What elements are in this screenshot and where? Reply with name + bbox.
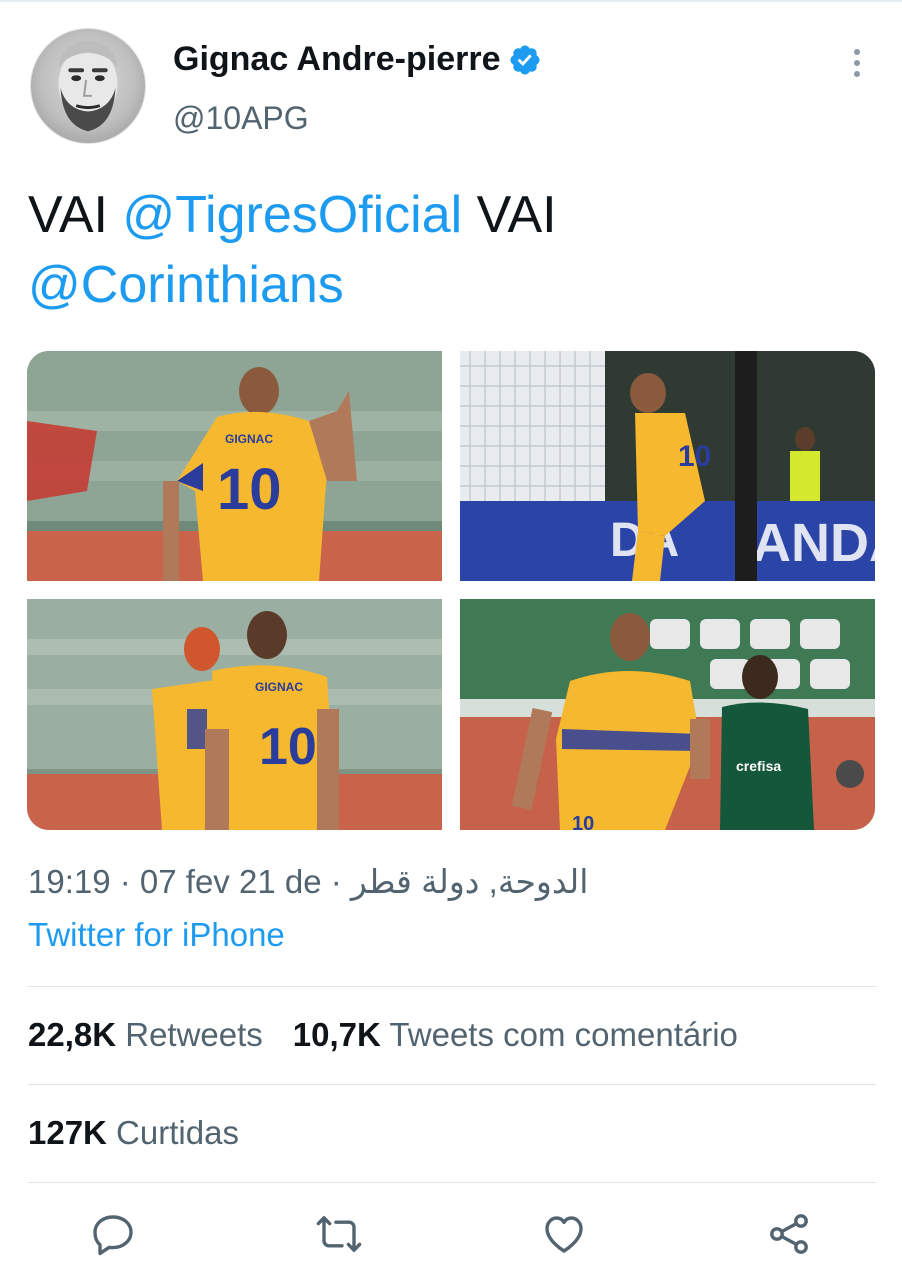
retweets-label: Retweets	[116, 1016, 263, 1053]
avatar-image	[58, 40, 118, 132]
media-photo-2[interactable]: DA ANDA 10	[460, 351, 875, 581]
retweets-stat[interactable]: 22,8K Retweets	[28, 1016, 263, 1053]
reply-icon[interactable]	[89, 1210, 137, 1258]
quote-tweets-stat[interactable]: 10,7K Tweets com comentário	[293, 1016, 738, 1053]
share-icon[interactable]	[765, 1210, 813, 1258]
more-options-icon[interactable]	[846, 44, 868, 84]
likes-count: 127K	[28, 1114, 107, 1151]
author-name-row[interactable]: Gignac Andre-pierre	[173, 40, 542, 79]
jersey-number-text: 10	[259, 718, 317, 776]
retweets-count: 22,8K	[28, 1016, 117, 1053]
jersey-number-text: 10	[572, 813, 594, 830]
jersey-name-text: GIGNAC	[225, 432, 273, 446]
divider	[28, 1182, 876, 1183]
top-border	[0, 0, 902, 2]
tweet-text: VAI @TigresOficial VAI @Corinthians	[28, 180, 868, 320]
tweet-location[interactable]: الدوحة, دولة قطر ·	[331, 863, 589, 900]
jersey-number-text: 10	[678, 440, 711, 473]
mention-link-corinthians[interactable]: @Corinthians	[28, 256, 344, 314]
tweet-timestamp[interactable]: 19:19 · 07 fev 21 de	[28, 863, 331, 900]
author-display-name[interactable]: Gignac Andre-pierre	[173, 40, 500, 79]
quote-tweets-count: 10,7K	[292, 1016, 381, 1053]
board-text-2: ANDA	[752, 513, 875, 573]
retweet-icon[interactable]	[315, 1210, 363, 1258]
author-handle[interactable]: @10APG	[173, 100, 309, 137]
likes-stat[interactable]: 127K Curtidas	[28, 1114, 239, 1152]
tweet-timestamp-line: 19:19 · 07 fev 21 de الدوحة, دولة قطر ·	[28, 862, 588, 901]
media-photo-1[interactable]: GIGNAC 10	[27, 351, 442, 581]
tweet-text-part: VAI	[462, 186, 557, 244]
media-photo-3[interactable]: GIGNAC 10	[27, 599, 442, 830]
divider	[28, 1084, 876, 1085]
tweet-text-part: VAI	[28, 186, 123, 244]
quote-tweets-label: Tweets com comentário	[380, 1016, 738, 1053]
verified-badge-icon	[508, 43, 542, 77]
engagement-stats-row: 22,8K Retweets 10,7K Tweets com comentári…	[28, 1016, 738, 1054]
mention-link-tigres[interactable]: @TigresOficial	[122, 186, 462, 244]
jersey-number-text: 10	[217, 457, 282, 522]
divider	[28, 986, 876, 987]
media-photo-4[interactable]: 10 crefisa	[460, 599, 875, 830]
avatar[interactable]	[30, 28, 146, 144]
like-icon[interactable]	[540, 1210, 588, 1258]
tweet-source-link[interactable]: Twitter for iPhone	[28, 916, 285, 954]
jersey-name-text: GIGNAC	[255, 680, 303, 694]
likes-label: Curtidas	[106, 1114, 239, 1151]
media-grid: GIGNAC 10 DA ANDA	[27, 351, 875, 830]
sponsor-text: crefisa	[736, 758, 781, 774]
